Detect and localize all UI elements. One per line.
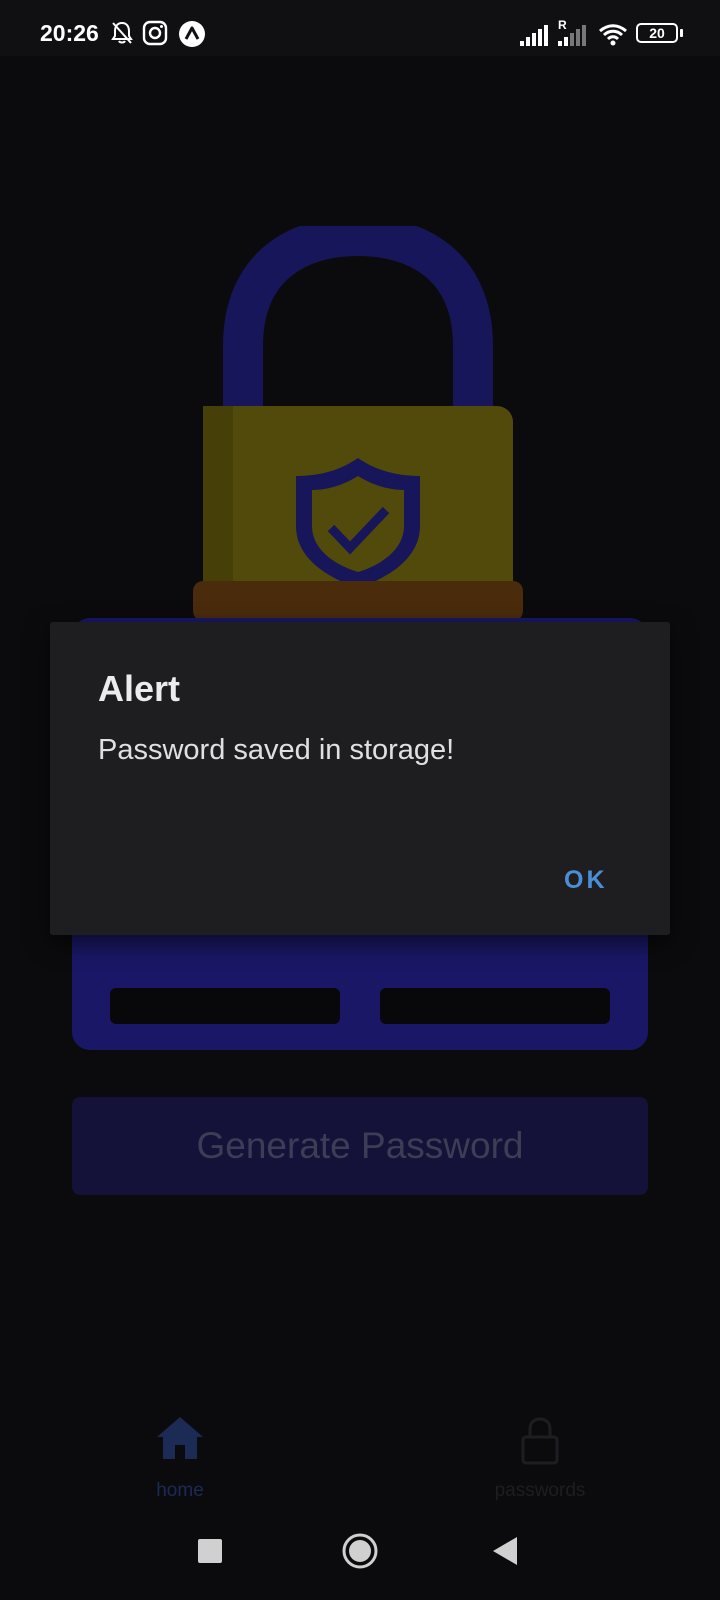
card-option-right[interactable] [380,988,610,1024]
dialog-title: Alert [98,668,181,709]
app-logo-icon [178,20,206,53]
status-bar: 20:26 R 20 [0,0,720,56]
dialog-message: Password saved in storage! [98,734,455,766]
status-time: 20:26 [40,20,99,46]
signal-icon [520,24,550,51]
alert-dialog: Alert Password saved in storage! OK [50,622,670,935]
nav-label-passwords: passwords [494,1480,586,1501]
battery-level: 20 [649,25,665,41]
ok-button[interactable]: OK [550,858,622,903]
home-icon [155,1415,205,1466]
wifi-icon [598,24,628,51]
nav-item-home[interactable]: home [80,1405,280,1515]
back-icon[interactable] [493,1537,517,1570]
nav-label-home: home [156,1480,204,1501]
bottom-navigation: home passwords [0,1405,720,1515]
generate-password-button[interactable]: Generate Password [72,1097,648,1195]
padlock-illustration-icon [188,215,528,626]
battery-tip [680,29,683,37]
nav-item-passwords[interactable]: passwords [440,1405,640,1515]
lock-icon [520,1417,560,1470]
notifications-muted-icon [110,20,134,51]
card-option-left[interactable] [110,988,340,1024]
instagram-icon [142,20,168,51]
battery-icon: 20 [636,23,678,43]
home-circle-icon[interactable] [341,1532,379,1575]
system-navigation-bar [0,1520,720,1600]
recents-icon[interactable] [198,1539,222,1568]
